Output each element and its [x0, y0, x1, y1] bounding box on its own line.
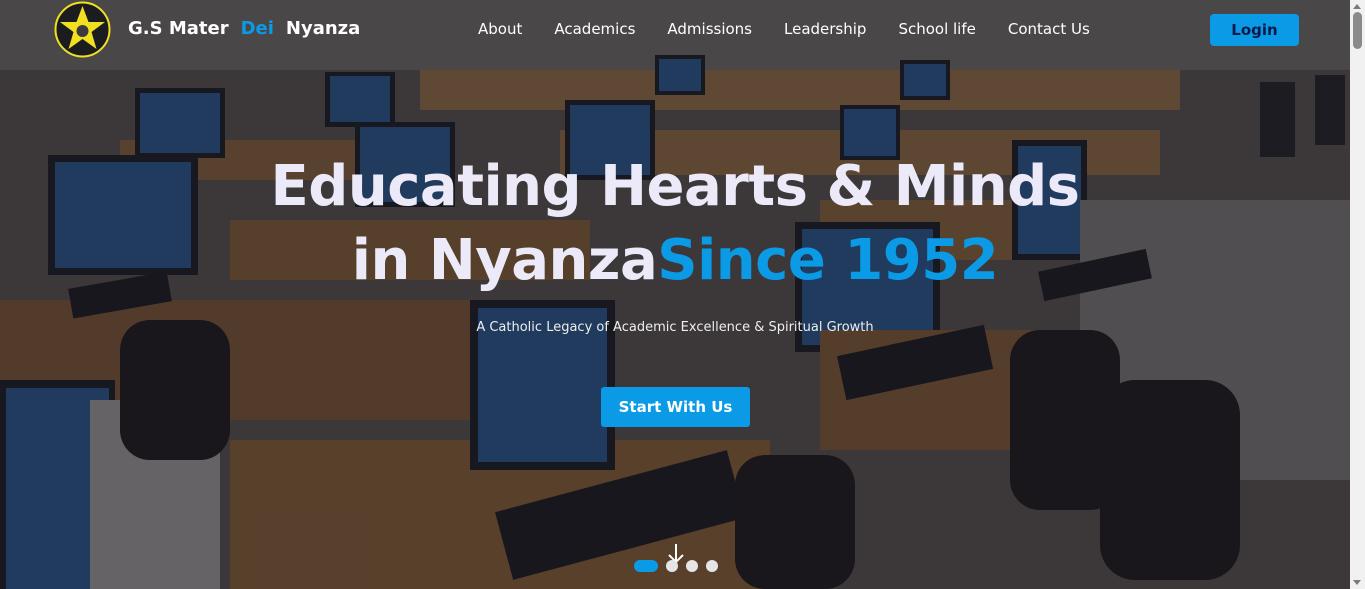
carousel-dot-2[interactable] — [666, 560, 678, 572]
brand-name-part1: G.S Mater — [128, 18, 229, 39]
login-button[interactable]: Login — [1210, 14, 1299, 46]
hero-title-line2-start: in Nyanza — [351, 228, 658, 293]
star-emblem-icon[interactable] — [54, 1, 111, 58]
brand-name-part2: Dei — [240, 18, 274, 39]
nav-link-about[interactable]: About — [478, 20, 522, 38]
hero-title: Educating Hearts & Minds in NyanzaSince … — [0, 150, 1350, 298]
carousel-indicators — [634, 560, 718, 572]
nav-link-contact-us[interactable]: Contact Us — [1008, 20, 1090, 38]
vertical-scrollbar[interactable] — [1350, 0, 1365, 589]
brand-name-part3: Nyanza — [285, 18, 361, 39]
navbar: G.S Mater Dei Nyanza About Academics Admis… — [0, 0, 1350, 60]
nav-link-school-life[interactable]: School life — [898, 20, 975, 38]
scroll-down-icon[interactable] — [1353, 580, 1361, 585]
main-nav: About Academics Admissions Leadership Sc… — [478, 20, 1090, 38]
carousel-dot-1[interactable] — [634, 560, 658, 572]
nav-link-leadership[interactable]: Leadership — [784, 20, 866, 38]
hero-title-line1: Educating Hearts & Minds — [270, 154, 1081, 219]
hero-subtitle: A Catholic Legacy of Academic Excellence… — [476, 320, 874, 335]
hero-title-highlight: Since 1952 — [657, 228, 999, 293]
carousel-dot-4[interactable] — [706, 560, 718, 572]
carousel-dot-3[interactable] — [686, 560, 698, 572]
nav-link-academics[interactable]: Academics — [554, 20, 635, 38]
brand-name[interactable]: G.S Mater Dei Nyanza — [128, 18, 372, 39]
scroll-up-icon[interactable] — [1353, 4, 1361, 9]
nav-link-admissions[interactable]: Admissions — [667, 20, 752, 38]
scrollbar-thumb[interactable] — [1353, 12, 1362, 49]
start-with-us-button[interactable]: Start With Us — [601, 387, 750, 427]
